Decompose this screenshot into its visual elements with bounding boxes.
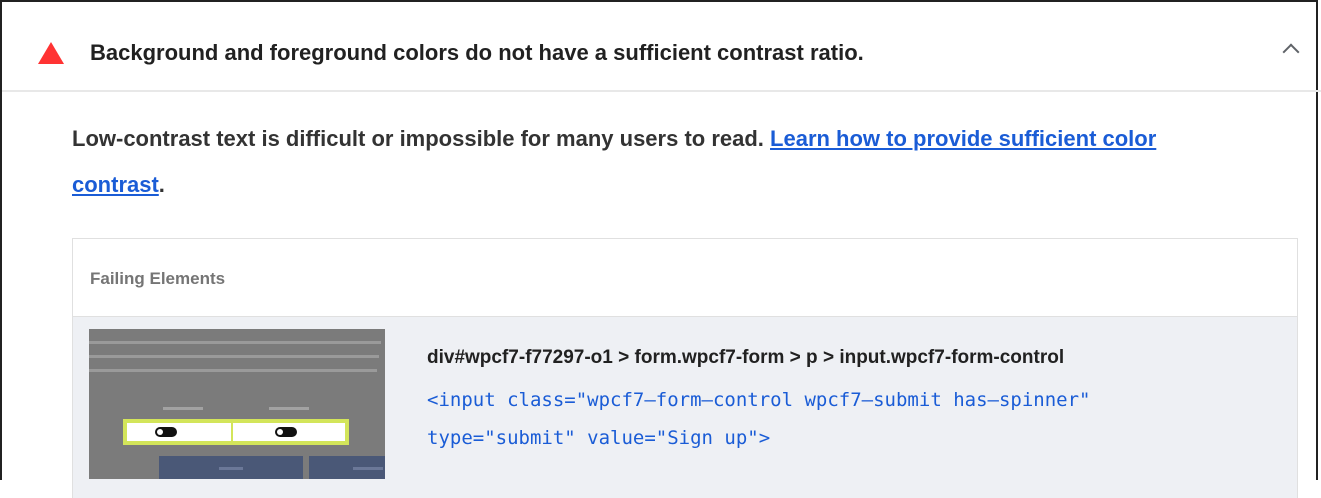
thumbnail-label bbox=[269, 407, 309, 410]
element-screenshot-thumbnail[interactable] bbox=[89, 329, 385, 479]
highlight-box bbox=[123, 419, 349, 445]
audit-header[interactable]: Background and foreground colors do not … bbox=[2, 2, 1321, 92]
description-suffix: . bbox=[158, 172, 165, 197]
thumbnail-text-line bbox=[89, 355, 379, 358]
audit-description: Low-contrast text is difficult or imposs… bbox=[72, 116, 1252, 208]
description-text: Low-contrast text is difficult or imposs… bbox=[72, 126, 771, 151]
element-snippet: <input class="wpcf7–form–control wpcf7–s… bbox=[427, 389, 1091, 449]
failing-elements-heading: Failing Elements bbox=[73, 239, 1297, 317]
thumbnail-button-label bbox=[219, 467, 243, 470]
toggle-icon bbox=[155, 427, 177, 437]
thumbnail-text-line bbox=[89, 369, 377, 372]
thumbnail-text-line bbox=[89, 341, 381, 344]
element-selector: div#wpcf7-f77297-o1 > form.wpcf7-form > … bbox=[427, 347, 1065, 368]
thumbnail-label bbox=[163, 407, 203, 410]
thumbnail-button-label bbox=[353, 467, 383, 470]
chevron-up-icon[interactable] bbox=[1282, 43, 1300, 61]
highlight-divider bbox=[231, 423, 233, 441]
toggle-icon bbox=[275, 427, 297, 437]
fail-triangle-icon bbox=[38, 42, 64, 64]
audit-title: Background and foreground colors do not … bbox=[90, 40, 864, 65]
failing-elements-table: Failing Elements div#wpcf7-f77297-o1 > f… bbox=[72, 238, 1298, 498]
